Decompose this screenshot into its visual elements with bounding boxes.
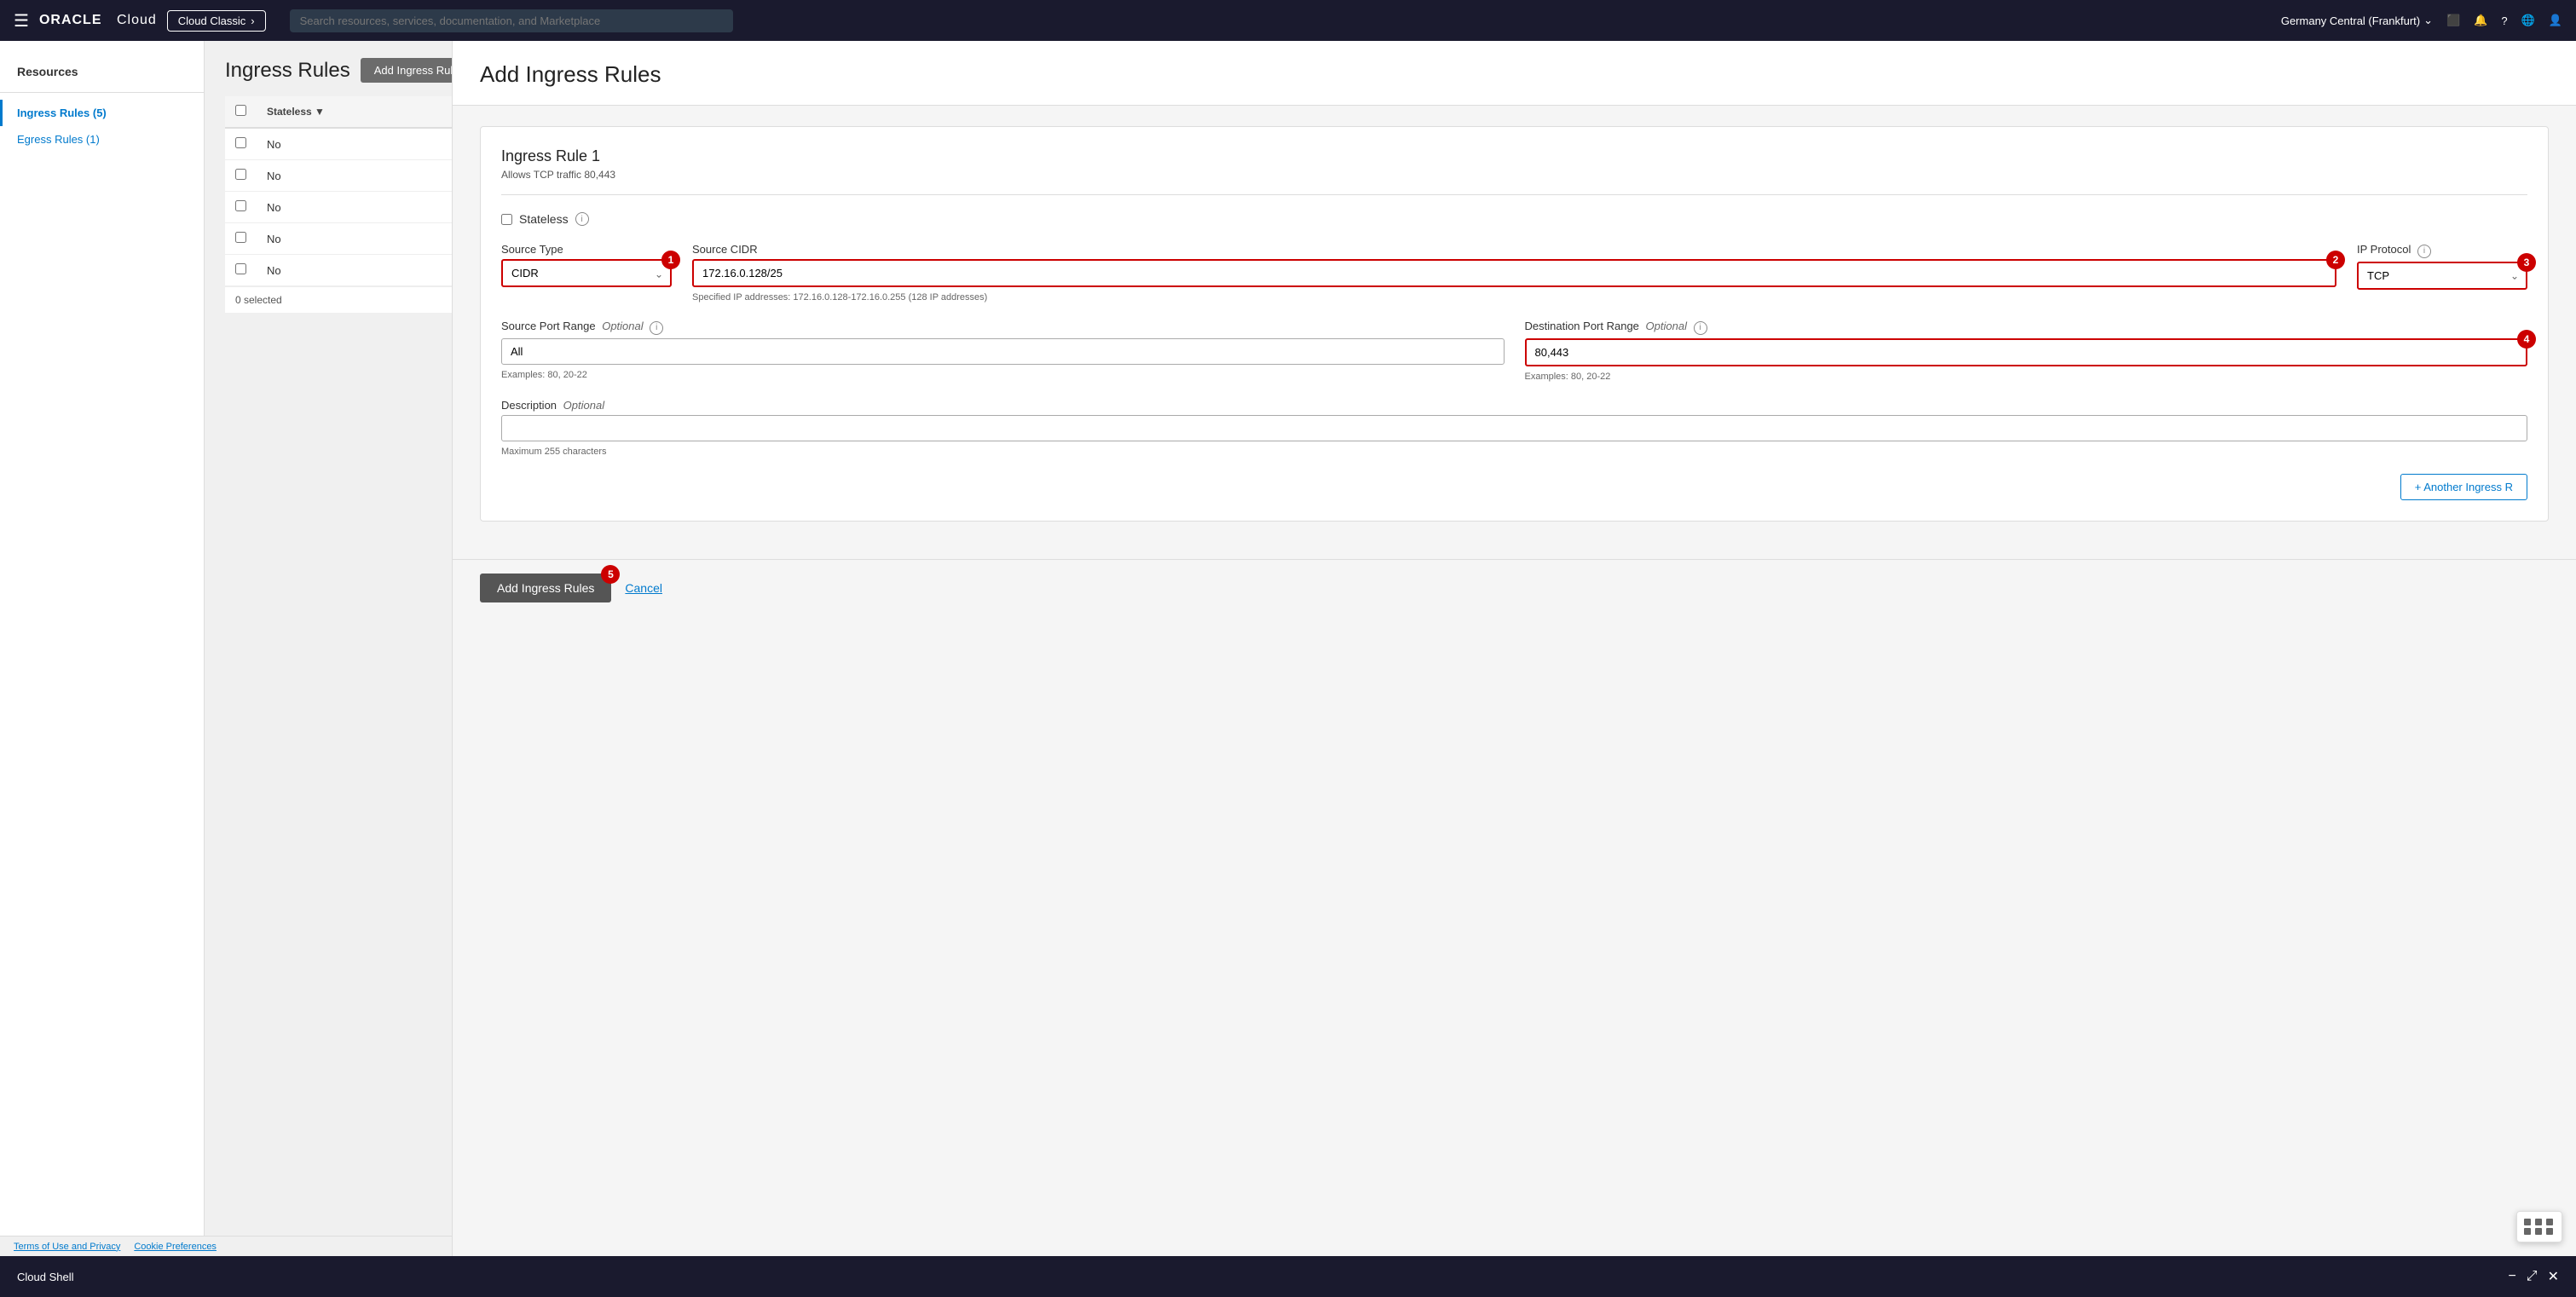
cancel-button[interactable]: Cancel [625, 581, 662, 595]
dest-port-hint: Examples: 80, 20-22 [1525, 372, 2528, 382]
source-cidr-input[interactable] [692, 259, 2336, 287]
nav-right: Germany Central (Frankfurt) ⌄ ⬛ 🔔 ? 🌐 👤 [2281, 14, 2562, 27]
source-type-label: Source Type [501, 243, 672, 256]
hamburger-icon[interactable]: ☰ [14, 10, 29, 32]
help-widget[interactable] [2516, 1211, 2562, 1242]
ip-protocol-badge-wrapper: TCP 3 [2357, 262, 2527, 290]
form-row-1: Source Type CIDR 1 Source CIDR 2 [501, 243, 2527, 303]
cloud-shell-label: Cloud Shell [17, 1271, 74, 1283]
stateless-checkbox[interactable] [501, 214, 512, 225]
rule-card-desc: Allows TCP traffic 80,443 [501, 169, 2527, 181]
step-5-badge: 5 [601, 565, 620, 584]
row-checkbox[interactable] [235, 200, 246, 211]
rule-card: Ingress Rule 1 Allows TCP traffic 80,443… [480, 126, 2549, 522]
row-checkbox[interactable] [235, 169, 246, 180]
source-port-hint: Examples: 80, 20-22 [501, 370, 1505, 380]
source-type-select[interactable]: CIDR [501, 259, 672, 287]
step-3-badge: 3 [2517, 253, 2536, 272]
description-input[interactable] [501, 415, 2527, 441]
modal-body: Ingress Rule 1 Allows TCP traffic 80,443… [453, 106, 2576, 559]
source-port-input[interactable] [501, 338, 1505, 365]
description-label: Description Optional [501, 399, 2527, 412]
user-icon[interactable]: 👤 [2549, 14, 2562, 27]
modal-title: Add Ingress Rules [480, 61, 2549, 88]
form-row-2: Source Port Range Optional i Examples: 8… [501, 320, 2527, 382]
select-all-checkbox[interactable] [235, 105, 246, 116]
rule-card-title: Ingress Rule 1 [501, 147, 2527, 165]
stateless-info-icon[interactable]: i [575, 212, 589, 226]
ip-protocol-select[interactable]: TCP [2357, 262, 2527, 290]
source-port-group: Source Port Range Optional i Examples: 8… [501, 320, 1505, 380]
page-title: Ingress Rules [225, 59, 350, 83]
description-max-chars: Maximum 255 characters [501, 447, 2527, 457]
bell-icon[interactable]: 🔔 [2474, 14, 2487, 27]
select-all-header[interactable] [225, 96, 257, 128]
modal-footer: Add Ingress Rules 5 Cancel [453, 559, 2576, 616]
step-2-badge: 2 [2326, 251, 2345, 269]
help-icon[interactable]: ? [2501, 14, 2507, 27]
close-button[interactable]: ✕ [2548, 1268, 2559, 1285]
modal-header: Add Ingress Rules [453, 41, 2576, 106]
expand-button[interactable]: ⤢ [2527, 1269, 2538, 1284]
add-ingress-modal: Add Ingress Rules Ingress Rule 1 Allows … [452, 41, 2576, 1256]
dest-port-info-icon[interactable]: i [1694, 321, 1707, 335]
top-nav: ☰ ORACLE Cloud Cloud Classic › Germany C… [0, 0, 2576, 41]
another-ingress-button[interactable]: + Another Ingress R [2400, 474, 2527, 500]
form-row-3: Description Optional Maximum 255 charact… [501, 399, 2527, 457]
source-port-label: Source Port Range Optional i [501, 320, 1505, 335]
submit-badge-wrapper: Add Ingress Rules 5 [480, 574, 611, 602]
sidebar-item-egress[interactable]: Egress Rules (1) [0, 126, 204, 153]
stateless-label: Stateless [519, 212, 569, 226]
source-port-info-icon[interactable]: i [650, 321, 663, 335]
source-cidr-label: Source CIDR [692, 243, 2336, 256]
source-cidr-badge-wrapper: 2 [692, 259, 2336, 287]
submit-button[interactable]: Add Ingress Rules [480, 574, 611, 602]
page-layout: Resources Ingress Rules (5) Egress Rules… [0, 41, 2576, 1297]
bottom-bar-actions: − ⤢ ✕ [2508, 1268, 2559, 1285]
dest-port-badge-wrapper: 4 [1525, 338, 2528, 366]
sidebar-section-title: Resources [0, 58, 204, 89]
footer-terms[interactable]: Terms of Use and Privacy [14, 1242, 120, 1252]
source-cidr-hint: Specified IP addresses: 172.16.0.128-172… [692, 292, 2336, 303]
source-cidr-group: Source CIDR 2 Specified IP addresses: 17… [692, 243, 2336, 303]
minimize-button[interactable]: − [2508, 1269, 2515, 1284]
ip-protocol-label: IP Protocol i [2357, 243, 2527, 258]
monitor-icon[interactable]: ⬛ [2446, 14, 2460, 27]
dest-port-input[interactable] [1525, 338, 2528, 366]
step-4-badge: 4 [2517, 330, 2536, 349]
ip-protocol-info-icon[interactable]: i [2417, 245, 2431, 258]
description-group: Description Optional Maximum 255 charact… [501, 399, 2527, 457]
source-type-group: Source Type CIDR 1 [501, 243, 672, 287]
dest-port-label: Destination Port Range Optional i [1525, 320, 2528, 335]
sidebar: Resources Ingress Rules (5) Egress Rules… [0, 41, 205, 1297]
row-checkbox[interactable] [235, 137, 246, 148]
sidebar-item-ingress[interactable]: Ingress Rules (5) [0, 100, 204, 126]
cloud-classic-button[interactable]: Cloud Classic › [167, 10, 266, 32]
row-checkbox[interactable] [235, 232, 246, 243]
step-1-badge: 1 [661, 251, 680, 269]
region-selector[interactable]: Germany Central (Frankfurt) ⌄ [2281, 14, 2433, 27]
footer-cookies[interactable]: Cookie Preferences [134, 1242, 217, 1252]
dest-port-group: Destination Port Range Optional i 4 Exam… [1525, 320, 2528, 382]
bottom-bar: Cloud Shell − ⤢ ✕ [0, 1256, 2576, 1297]
stateless-row: Stateless i [501, 212, 2527, 226]
oracle-logo: ORACLE Cloud [39, 13, 157, 28]
source-type-badge-wrapper: CIDR 1 [501, 259, 672, 287]
ip-protocol-group: IP Protocol i TCP 3 [2357, 243, 2527, 290]
globe-icon[interactable]: 🌐 [2521, 14, 2535, 27]
row-checkbox[interactable] [235, 263, 246, 274]
search-input[interactable] [290, 9, 733, 32]
